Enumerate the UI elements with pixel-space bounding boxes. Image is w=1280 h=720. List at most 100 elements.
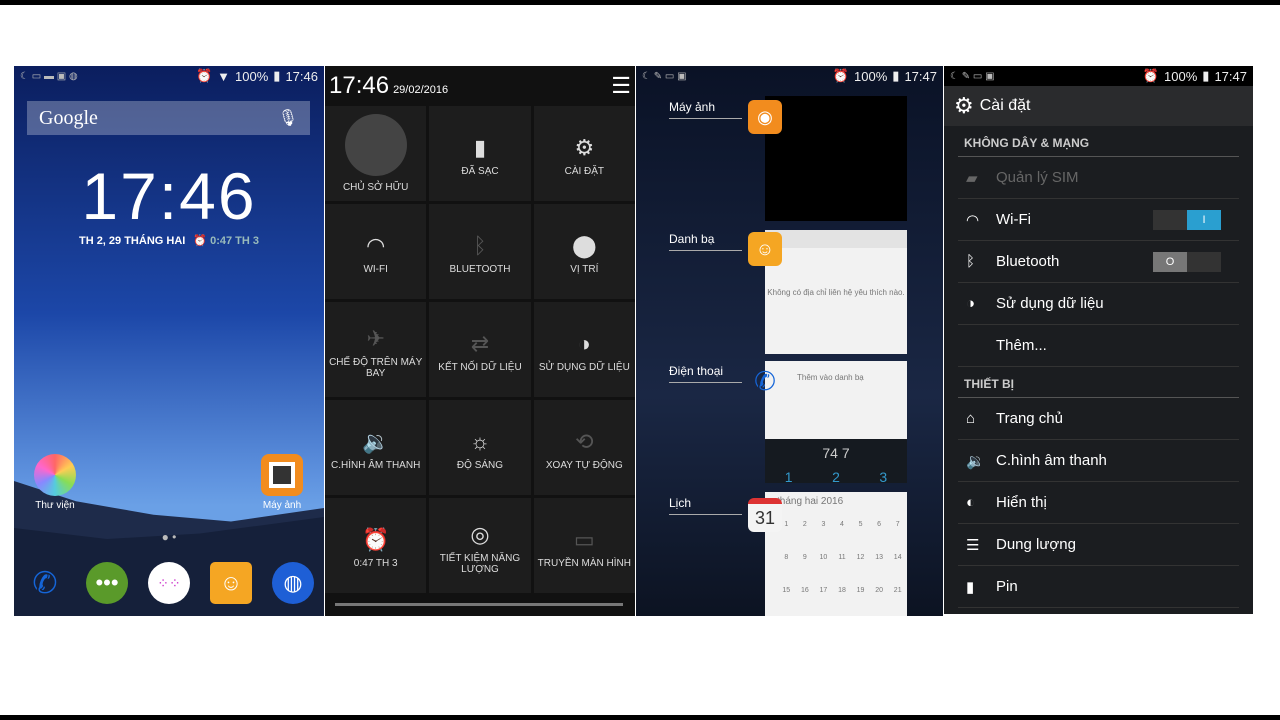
tile-label: ĐÃ SẠC — [461, 166, 499, 177]
toggle-knob: O — [1153, 251, 1187, 272]
tile-data-usage[interactable]: ◑ SỬ DỤNG DỮ LIỆU — [533, 302, 635, 397]
recent-label-contacts[interactable]: Danh bạ — [669, 232, 742, 251]
camera-icon — [261, 454, 303, 496]
settings-item-storage[interactable]: ☰ Dung lượng — [958, 524, 1239, 566]
toggle-switch[interactable]: I — [1153, 209, 1221, 230]
section-header: KHÔNG DÂY & MẠNG — [958, 126, 1239, 157]
calendar-day: 15 — [782, 587, 791, 594]
drag-handle[interactable] — [335, 603, 623, 606]
time: 17:46 — [329, 72, 390, 99]
contacts-thumbnail[interactable]: Không có địa chỉ liên hệ yêu thích nào. — [765, 230, 907, 354]
data-usage-icon: ◑ — [966, 295, 976, 312]
battery-icon: ▮ — [966, 578, 975, 596]
battery-icon: ▮ — [473, 135, 487, 160]
user-icon: ● — [344, 114, 407, 176]
microphone-icon[interactable]: 🎙 — [278, 108, 298, 128]
dial-key: 2 — [832, 469, 840, 485]
settings-screen: ☾ ✎ ▭ ▣ ⏰ 100% ▮ 17:47 ⚙ Cài đặt KHÔNG DÂY & … — [944, 66, 1253, 614]
tile-bluetooth[interactable]: ᛒ BLUETOOTH — [429, 204, 531, 299]
settings-title-bar: ⚙ Cài đặt — [944, 86, 1253, 126]
recent-label-camera[interactable]: Máy ảnh — [669, 100, 742, 119]
status-time: 17:47 — [904, 68, 937, 84]
tile-label: WI-FI — [363, 264, 388, 275]
calendar-day: 11 — [838, 554, 846, 561]
toggle-switch[interactable]: O — [1153, 251, 1221, 272]
date-line: TH 2, 29 THÁNG HAI ⏰ 0:47 TH 3 — [14, 234, 324, 247]
tile-user[interactable]: ● CHỦ SỞ HỮU — [325, 106, 427, 201]
tile-wifi[interactable]: ◠ WI-FI — [325, 204, 427, 299]
settings-item-sound-profile[interactable]: 🔉 C.hình âm thanh — [958, 440, 1239, 482]
calendar-day: 2 — [802, 521, 807, 528]
tile-rotate[interactable]: ⟲ XOAY TỰ ĐỘNG — [533, 400, 635, 495]
tile-power-saving[interactable]: ◎ TIẾT KIỆM NĂNG LƯỢNG — [429, 498, 531, 593]
app-label: Máy ảnh — [262, 500, 302, 511]
phone-icon[interactable]: ✆ — [24, 562, 66, 604]
tile-sound-profile[interactable]: 🔉 C.HÌNH ÂM THANH — [325, 400, 427, 495]
sound-profile-icon: 🔉 — [966, 452, 985, 470]
tile-label: ĐỘ SÁNG — [456, 460, 504, 471]
app-drawer-icon[interactable]: ⁘⁘ — [148, 562, 190, 604]
notification-icons: ☾ ✎ ▭ ▣ — [950, 70, 995, 82]
gear-icon: ⚙ — [574, 135, 595, 160]
browser-icon[interactable]: ◍ — [272, 562, 314, 604]
recent-label-phone[interactable]: Điện thoại — [669, 364, 742, 383]
settings-item-label: Hiển thị — [996, 494, 1047, 511]
calendar-day: 17 — [819, 587, 828, 594]
app-gallery[interactable]: Thư viện — [25, 454, 85, 511]
settings-item-more[interactable]: Thêm... — [958, 325, 1239, 367]
calendar-thumbnail[interactable]: tháng hai 2016 1 2 3 4 5 6 7 8 9 10 11 12 13 14 15 16 17 1… — [765, 492, 907, 616]
tile-alarm[interactable]: ⏰ 0:47 TH 3 — [325, 498, 427, 593]
messaging-icon[interactable]: ••• — [86, 562, 128, 604]
tile-location[interactable]: ⬤ VỊ TRÍ — [533, 204, 635, 299]
calendar-day: 5 — [858, 521, 863, 528]
tile-gear[interactable]: ⚙ CÀI ĐẶT — [533, 106, 635, 201]
cast-icon: ▭ — [573, 527, 595, 552]
dialed-number: 74 7 — [822, 445, 850, 461]
settings-item-battery[interactable]: ▮ Pin — [958, 566, 1239, 608]
notification-icons: ☾ ▭ ▬ ▣ ◍ — [20, 70, 78, 82]
notification-list-icon[interactable]: ☰ — [611, 73, 631, 99]
gallery-icon — [34, 454, 76, 496]
battery-percent: 100% — [1164, 68, 1198, 84]
settings-item-sim[interactable]: ▰ Quản lý SIM — [958, 157, 1239, 199]
page-indicator: ● • — [161, 530, 177, 544]
settings-item-label: Bluetooth — [996, 253, 1060, 270]
google-logo: Google — [39, 106, 98, 129]
tile-label: SỬ DỤNG DỮ LIỆU — [538, 362, 630, 373]
settings-item-label: Quản lý SIM — [996, 169, 1079, 186]
app-camera[interactable]: Máy ảnh — [252, 454, 312, 511]
display-icon: ◐ — [966, 494, 976, 511]
home-screen: ☾ ▭ ▬ ▣ ◍ ⏰ ▼ 100% ▮ 17:46 Google 🎙 17:46 TH 2… — [14, 66, 324, 616]
tile-airplane[interactable]: ✈ CHẾ ĐỘ TRÊN MÁY BAY — [325, 302, 427, 397]
settings-item-home[interactable]: ⌂ Trang chủ — [958, 398, 1239, 440]
calendar-day: 9 — [802, 554, 807, 561]
thumbnail-text: Thêm vào danh bạ — [797, 373, 864, 382]
recent-label-calendar[interactable]: Lịch — [669, 496, 742, 515]
tile-label: XOAY TỰ ĐỘNG — [545, 460, 623, 471]
sound-profile-icon: 🔉 — [361, 429, 390, 454]
tile-label: C.HÌNH ÂM THANH — [331, 460, 421, 471]
tile-cast[interactable]: ▭ TRUYỀN MÀN HÌNH — [533, 498, 635, 593]
tile-brightness[interactable]: ☼ ĐỘ SÁNG — [429, 400, 531, 495]
settings-item-data-usage[interactable]: ◑ Sử dụng dữ liệu — [958, 283, 1239, 325]
notification-icons: ☾ ✎ ▭ ▣ — [642, 70, 687, 82]
tile-data-connection[interactable]: ⇄ KẾT NỐI DỮ LIỆU — [429, 302, 531, 397]
tile-label: TRUYỀN MÀN HÌNH — [537, 558, 631, 569]
thumbnail-text: Không có địa chỉ liên hệ yêu thích nào. — [767, 288, 905, 297]
camera-thumbnail[interactable] — [765, 96, 907, 221]
contacts-icon[interactable]: ☺ — [210, 562, 252, 604]
brightness-icon: ☼ — [469, 429, 491, 454]
phone-thumbnail[interactable]: Thêm vào danh bạ 74 7 1 2 3 — [765, 361, 907, 485]
alarm-status-icon: ⏰ — [1142, 68, 1160, 83]
settings-item-wifi[interactable]: ◠ Wi-Fi I — [958, 199, 1239, 241]
clock-widget[interactable]: 17:46 — [14, 158, 324, 234]
settings-item-display[interactable]: ◐ Hiển thị — [958, 482, 1239, 524]
tile-battery[interactable]: ▮ ĐÃ SẠC — [429, 106, 531, 201]
location-icon: ⬤ — [572, 233, 597, 258]
alarm-status-icon: ⏰ — [195, 68, 213, 83]
camera-icon: ◉ — [748, 100, 782, 134]
home-icon: ⌂ — [966, 410, 976, 427]
settings-item-bluetooth[interactable]: ᛒ Bluetooth O — [958, 241, 1239, 283]
toggle-knob: I — [1187, 209, 1221, 230]
google-search-bar[interactable]: Google 🎙 — [27, 101, 310, 135]
